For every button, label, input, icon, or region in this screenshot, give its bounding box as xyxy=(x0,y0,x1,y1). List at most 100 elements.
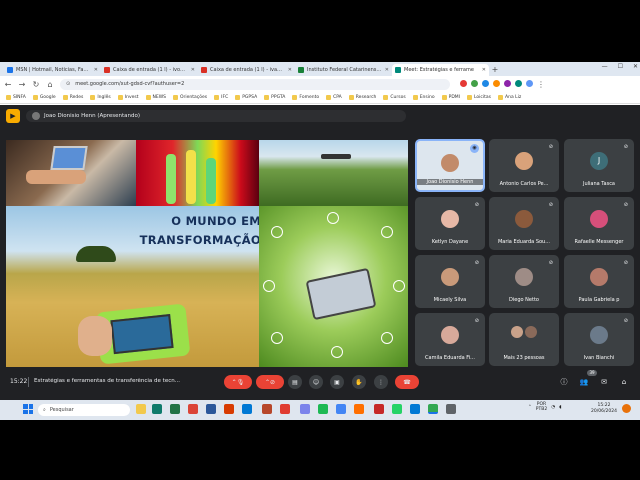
profile-avatar[interactable] xyxy=(526,79,533,87)
info-icon[interactable]: ⓘ xyxy=(558,376,570,388)
url-field[interactable]: ⊙ meet.google.com/xut-gdsd-cvf?authuser=… xyxy=(60,78,450,90)
browser-tab[interactable]: Caixa de entrada (1 l) - ivan.bi ✕ xyxy=(198,64,295,76)
browser-tab-active[interactable]: Meet: Estratégias e ferrame ✕ xyxy=(392,64,489,76)
chat-icon[interactable]: ✉ xyxy=(598,376,610,388)
emoji-button[interactable]: ☺ xyxy=(309,375,323,389)
participant-tile[interactable]: ⊘ Micaely Silva xyxy=(415,255,485,308)
close-tab-icon[interactable]: ✕ xyxy=(191,67,195,73)
bookmark-item[interactable]: Google xyxy=(32,95,56,100)
bookmark-item[interactable]: Loicitas xyxy=(467,95,491,100)
emoji-icon: ☺ xyxy=(312,378,320,386)
bookmark-item[interactable]: CPA xyxy=(326,95,342,100)
raise-hand-button[interactable]: ✋ xyxy=(352,375,366,389)
reload-icon[interactable]: ↻ xyxy=(32,80,40,89)
app-icon[interactable] xyxy=(410,404,420,414)
bookmark-item[interactable]: PDMI xyxy=(441,95,460,100)
participant-tile[interactable]: J ⊘ Juliana Tasca xyxy=(564,139,634,192)
outlook-icon[interactable] xyxy=(242,404,252,414)
chevron-up-icon[interactable]: ⌃ xyxy=(528,405,532,410)
menu-kebab-icon[interactable]: ⋮ xyxy=(537,80,545,89)
participant-tile[interactable]: ⊘ Antonio Carlos Pe... xyxy=(489,139,559,192)
spotify-icon[interactable] xyxy=(318,404,328,414)
browser-tab[interactable]: MSN | Hotmail, Notícias, Famo ✕ xyxy=(4,64,101,76)
home-icon[interactable]: ⌂ xyxy=(46,80,54,89)
app-icon[interactable] xyxy=(374,404,384,414)
app-icon[interactable] xyxy=(336,404,346,414)
teams-icon[interactable] xyxy=(300,404,310,414)
back-icon[interactable]: ← xyxy=(4,80,12,89)
extension-icon[interactable] xyxy=(471,79,478,87)
whatsapp-icon[interactable] xyxy=(392,404,402,414)
participant-tile[interactable]: ⊘ Paula Gabriela p xyxy=(564,255,634,308)
bookmark-item[interactable]: Inglês xyxy=(90,95,111,100)
participant-tile[interactable]: ◉ Joao Dionisio Henn xyxy=(415,139,485,192)
browser-tab[interactable]: Instituto Federal Catarinense - ✕ xyxy=(295,64,392,76)
bookmark-item[interactable]: Ana Liz xyxy=(498,95,521,100)
close-window-icon[interactable]: ✕ xyxy=(633,63,638,70)
notification-icon[interactable] xyxy=(622,404,631,413)
bookmark-item[interactable]: Research xyxy=(348,95,376,100)
maximize-icon[interactable]: ☐ xyxy=(618,63,623,70)
site-info-icon[interactable]: ⊙ xyxy=(66,81,70,87)
bookmark-item[interactable]: NEWS xyxy=(145,95,166,100)
participant-tile[interactable]: ⊘ Rafaelle Messenger xyxy=(564,197,634,250)
camera-button[interactable]: ⌃ ⊘ xyxy=(256,375,284,389)
leave-call-button[interactable]: ☎ xyxy=(395,375,419,389)
participant-tile[interactable]: ⊘ Maria Eduarda Sou... xyxy=(489,197,559,250)
pdf-icon[interactable] xyxy=(280,404,290,414)
forward-icon[interactable]: → xyxy=(18,80,26,89)
activities-icon[interactable]: ⌂ xyxy=(618,376,630,388)
volume-icon[interactable]: ◖ xyxy=(559,405,561,410)
more-options-button[interactable]: ⋮ xyxy=(374,375,388,389)
bookmark-item[interactable]: SINFA xyxy=(6,95,26,100)
bookmark-item[interactable]: IFC xyxy=(214,95,228,100)
present-button[interactable]: ▣ xyxy=(330,375,344,389)
extension-icon[interactable] xyxy=(493,79,500,87)
minimize-icon[interactable]: — xyxy=(602,63,608,70)
participant-tile[interactable]: ⊘ Diego Netto xyxy=(489,255,559,308)
browser-tab[interactable]: Caixa de entrada (1 l) - ivonbo ✕ xyxy=(101,64,198,76)
participant-tile[interactable]: ⊘ Ivan Bianchi xyxy=(564,313,634,366)
extension-icon[interactable] xyxy=(482,79,489,87)
bookmark-item[interactable]: Orientações xyxy=(173,95,207,100)
powerpoint-icon[interactable] xyxy=(224,404,234,414)
chrome-active-icon[interactable] xyxy=(428,404,438,414)
bookmark-item[interactable]: Redes xyxy=(62,95,83,100)
taskbar-clock[interactable]: 15:22 20/06/2024 xyxy=(591,403,617,415)
tech-node-icon xyxy=(263,280,275,292)
close-tab-icon[interactable]: ✕ xyxy=(385,67,389,73)
microphone-button[interactable]: ⌃ 🎙 xyxy=(224,375,252,389)
bookmark-item[interactable]: PPGTA xyxy=(264,95,285,100)
bookmark-item[interactable]: Fomento xyxy=(292,95,319,100)
settings-icon[interactable] xyxy=(446,404,456,414)
bookmark-item[interactable]: PGPSA xyxy=(235,95,257,100)
app-icon[interactable] xyxy=(354,404,364,414)
new-tab-button[interactable]: + xyxy=(489,64,501,76)
participant-tile[interactable]: ⊘ Ketlyn Dayane xyxy=(415,197,485,250)
extension-icon[interactable] xyxy=(504,79,511,87)
start-icon[interactable] xyxy=(23,404,33,414)
bookmark-label: Ensino xyxy=(419,95,435,100)
language-indicator[interactable]: POR PTB2 xyxy=(536,402,547,412)
captions-button[interactable]: ▤ xyxy=(288,375,302,389)
word-icon[interactable] xyxy=(206,404,216,414)
more-people-tile[interactable]: Mais 23 pessoas xyxy=(489,313,559,366)
chrome-icon[interactable] xyxy=(188,404,198,414)
presenting-icon[interactable]: ▶ xyxy=(6,109,20,123)
app-icon[interactable] xyxy=(262,404,272,414)
bookmark-item[interactable]: Invest xyxy=(117,95,139,100)
file-explorer-icon[interactable] xyxy=(136,404,146,414)
wifi-icon[interactable]: ◔ xyxy=(551,405,555,410)
people-icon[interactable]: 👥 xyxy=(578,376,590,388)
participant-tile[interactable]: ⊘ Camila Eduarda Fi... xyxy=(415,313,485,366)
excel-icon[interactable] xyxy=(170,404,180,414)
close-tab-icon[interactable]: ✕ xyxy=(288,67,292,73)
bookmark-item[interactable]: Cursos xyxy=(383,95,406,100)
close-tab-icon[interactable]: ✕ xyxy=(482,67,486,73)
edge-icon[interactable] xyxy=(152,404,162,414)
close-tab-icon[interactable]: ✕ xyxy=(94,67,98,73)
extension-icon[interactable] xyxy=(515,79,522,87)
extension-icon[interactable] xyxy=(460,79,467,87)
taskbar-search-input[interactable]: ⌕ Pesquisar xyxy=(38,404,130,416)
bookmark-item[interactable]: Ensino xyxy=(412,95,435,100)
